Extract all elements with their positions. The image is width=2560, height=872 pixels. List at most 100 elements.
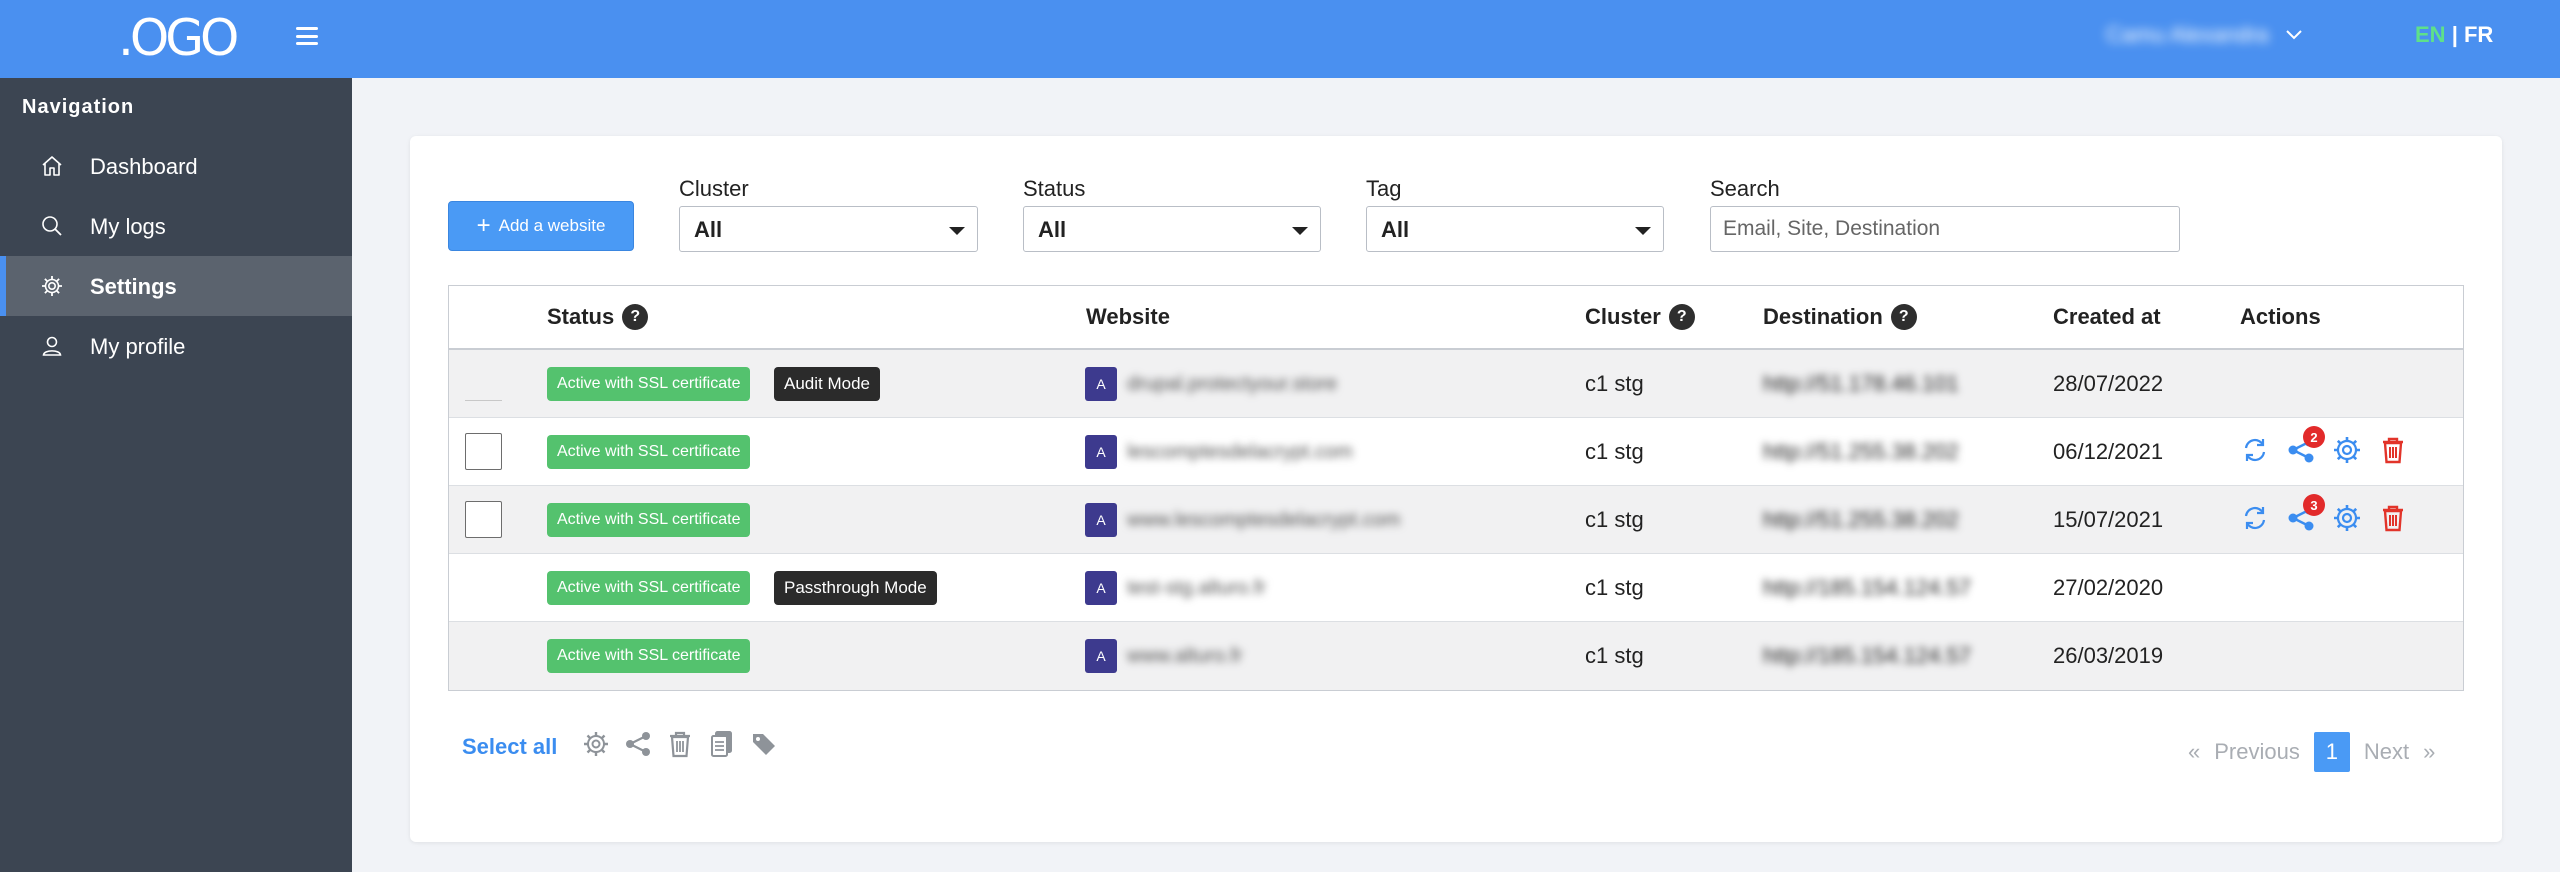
user-name: Camu Alexandra: [2106, 22, 2269, 47]
website-name: test-stg.alturo.fr: [1127, 576, 1266, 599]
site-avatar: A: [1085, 367, 1117, 401]
website-cell[interactable]: A test-stg.alturo.fr: [1085, 571, 1266, 605]
status-badge: Active with SSL certificate: [547, 571, 751, 605]
table-row[interactable]: Active with SSL certificate A www.lescom…: [449, 486, 2463, 554]
column-website: Website: [1086, 304, 1170, 330]
bulk-gear-icon[interactable]: [582, 728, 610, 760]
gear-icon[interactable]: [2331, 502, 2363, 534]
help-icon[interactable]: ?: [622, 304, 649, 330]
cluster-cell: c1 stg: [1585, 439, 1644, 464]
cluster-filter-label: Cluster: [679, 176, 749, 201]
share-icon[interactable]: 3: [2285, 494, 2325, 534]
status-badge: Active with SSL certificate: [547, 639, 751, 673]
status-select[interactable]: All: [1023, 206, 1321, 252]
cluster-cell: c1 stg: [1585, 507, 1644, 532]
previous-page-link[interactable]: Previous: [2214, 739, 2300, 765]
home-icon: [42, 156, 62, 176]
row-checkbox[interactable]: [465, 433, 502, 470]
sidebar-item-label: Settings: [90, 274, 177, 299]
website-cell[interactable]: A lescomptesdelacrypt.com: [1085, 435, 1353, 469]
mode-badge: Audit Mode: [774, 367, 880, 401]
column-status: Status ?: [547, 304, 649, 330]
caret-down-icon: [949, 227, 965, 235]
cluster-cell: c1 stg: [1585, 575, 1644, 600]
row-select-placeholder: [465, 400, 502, 401]
website-cell[interactable]: A drupal.protectyour.store: [1085, 367, 1337, 401]
refresh-icon[interactable]: [2239, 502, 2271, 534]
website-name: lescomptesdelacrypt.com: [1127, 440, 1353, 463]
sidebar-item-label: Dashboard: [90, 154, 198, 179]
destination-cell: http://185.154.124.57: [1763, 575, 1971, 600]
row-actions: 3: [2239, 494, 2409, 534]
lang-fr[interactable]: FR: [2464, 22, 2493, 47]
bulk-share-icon[interactable]: [624, 728, 652, 760]
bulk-tag-icon[interactable]: [750, 728, 778, 760]
tag-select-value: All: [1381, 217, 1410, 242]
select-all-link[interactable]: Select all: [462, 734, 557, 760]
tag-select[interactable]: All: [1366, 206, 1664, 252]
column-actions: Actions: [2240, 304, 2321, 330]
website-name: drupal.protectyour.store: [1127, 372, 1338, 395]
website-cell[interactable]: A www.lescomptesdelacrypt.com: [1085, 503, 1400, 537]
column-website-label: Website: [1086, 304, 1170, 329]
gear-icon: [42, 276, 62, 296]
help-icon[interactable]: ?: [1890, 304, 1917, 330]
table-row[interactable]: Active with SSL certificate A lescomptes…: [449, 418, 2463, 486]
user-icon: [42, 336, 62, 356]
logo[interactable]: .OGO: [118, 10, 239, 66]
bulk-trash-icon[interactable]: [666, 728, 694, 760]
destination-cell: http://185.154.124.57: [1763, 643, 1971, 668]
trash-icon[interactable]: [2377, 434, 2409, 466]
cluster-select-value: All: [694, 217, 723, 242]
destination-cell: http://51.178.46.101: [1763, 371, 1959, 396]
plus-icon: +: [476, 212, 491, 239]
share-icon[interactable]: 2: [2285, 426, 2325, 466]
lang-en[interactable]: EN: [2415, 22, 2446, 47]
table-row[interactable]: Active with SSL certificate Passthrough …: [449, 554, 2463, 622]
column-created-label: Created at: [2053, 304, 2161, 329]
bulk-actions: [582, 728, 778, 760]
refresh-icon[interactable]: [2239, 434, 2271, 466]
created-at-cell: 06/12/2021: [2053, 439, 2164, 464]
column-destination: Destination ?: [1763, 304, 1917, 330]
add-website-button[interactable]: + Add a website: [448, 201, 634, 251]
column-cluster-label: Cluster: [1585, 304, 1661, 329]
trash-icon[interactable]: [2377, 502, 2409, 534]
status-badge: Active with SSL certificate: [547, 435, 751, 469]
bulk-copy-icon[interactable]: [708, 728, 736, 760]
cluster-select[interactable]: All: [679, 206, 978, 252]
status-badge: Active with SSL certificate: [547, 503, 751, 537]
site-avatar: A: [1085, 503, 1117, 537]
sidebar: Navigation Dashboard My logs Settings My…: [0, 78, 352, 872]
sidebar-item-my-profile[interactable]: My profile: [0, 316, 352, 376]
sidebar-item-dashboard[interactable]: Dashboard: [0, 136, 352, 196]
caret-down-icon: [1292, 227, 1308, 235]
created-at-cell: 15/07/2021: [2053, 507, 2164, 532]
user-menu[interactable]: Camu Alexandra: [2106, 22, 2303, 48]
pagination: « Previous 1 Next »: [2188, 732, 2435, 772]
nav-title: Navigation: [22, 96, 135, 118]
menu-toggle-icon[interactable]: [296, 27, 318, 45]
next-double-chevron-icon[interactable]: »: [2423, 739, 2435, 765]
table-row[interactable]: Active with SSL certificate Audit Mode A…: [449, 350, 2463, 418]
gear-icon[interactable]: [2331, 434, 2363, 466]
search-input[interactable]: [1710, 206, 2180, 252]
status-select-value: All: [1038, 217, 1067, 242]
site-avatar: A: [1085, 639, 1117, 673]
add-website-label: Add a website: [498, 216, 606, 235]
sidebar-item-my-logs[interactable]: My logs: [0, 196, 352, 256]
sidebar-item-settings[interactable]: Settings: [0, 256, 352, 316]
table-row[interactable]: Active with SSL certificate A www.alturo…: [449, 622, 2463, 690]
destination-cell: http://51.255.38.202: [1763, 507, 1959, 532]
search-label: Search: [1710, 176, 1780, 201]
lang-separator: |: [2451, 22, 2458, 47]
help-icon[interactable]: ?: [1668, 304, 1695, 330]
site-avatar: A: [1085, 435, 1117, 469]
prev-double-chevron-icon[interactable]: «: [2188, 739, 2200, 765]
search-icon: [42, 216, 62, 236]
website-cell[interactable]: A www.alturo.fr: [1085, 639, 1243, 673]
column-cluster: Cluster ?: [1585, 304, 1695, 330]
row-checkbox[interactable]: [465, 501, 502, 538]
next-page-link[interactable]: Next: [2364, 739, 2409, 765]
page-1-button[interactable]: 1: [2313, 732, 2350, 772]
